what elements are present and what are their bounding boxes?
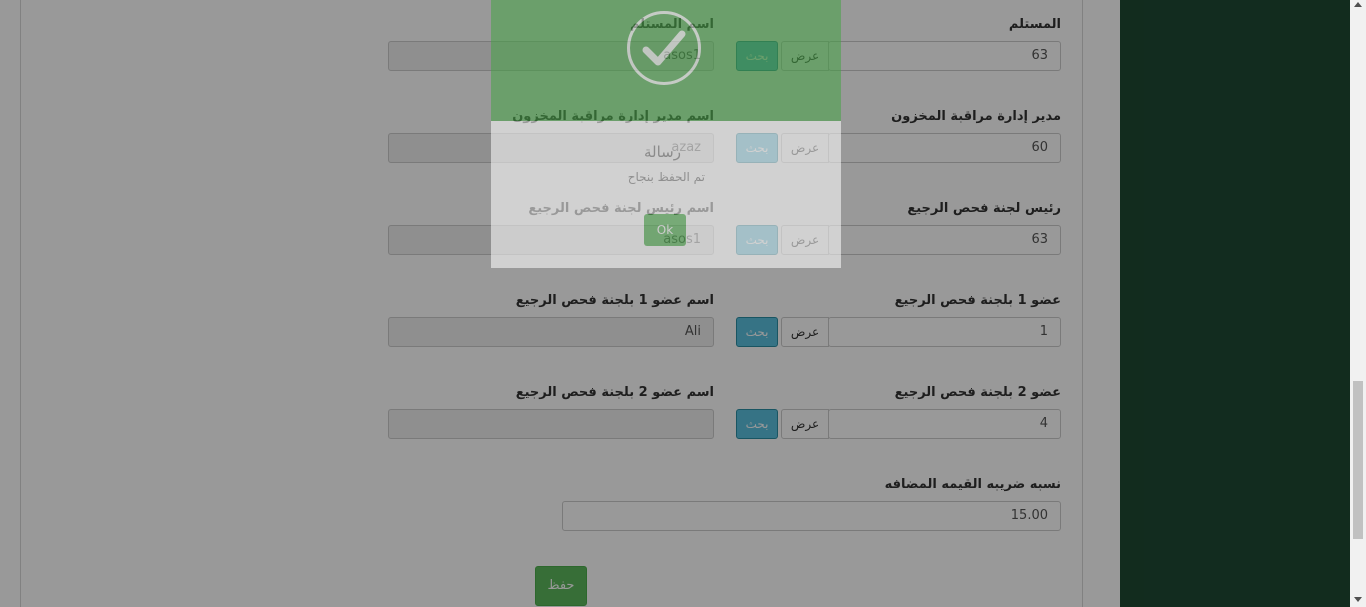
dialog-header <box>491 0 841 121</box>
dialog-message: تم الحفظ بنجاح <box>627 170 705 184</box>
scroll-up-arrow-icon[interactable] <box>1354 2 1362 7</box>
dialog-title: رسالة <box>644 143 681 161</box>
success-dialog: رسالة تم الحفظ بنجاح Ok <box>491 0 841 268</box>
page-scrollbar[interactable] <box>1350 0 1366 607</box>
check-icon <box>627 11 701 85</box>
dialog-ok-button[interactable]: Ok <box>644 214 686 246</box>
scroll-thumb[interactable] <box>1353 381 1363 539</box>
scroll-down-arrow-icon[interactable] <box>1354 597 1362 602</box>
